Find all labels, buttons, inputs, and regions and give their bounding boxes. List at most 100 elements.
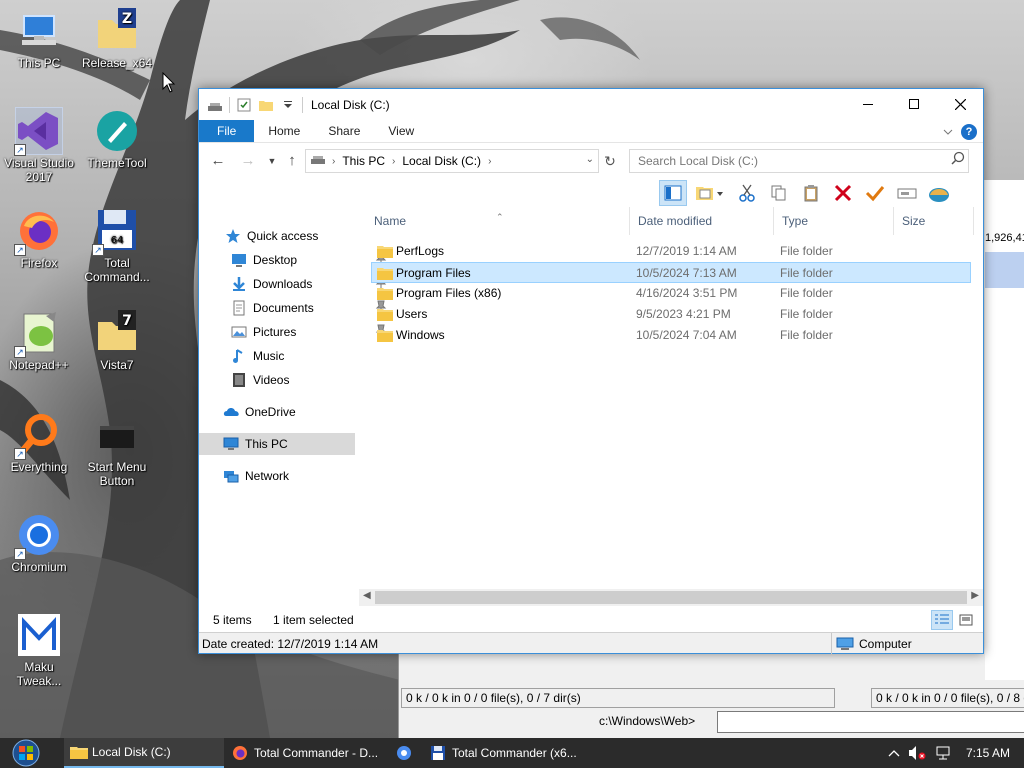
breadcrumb-chevron-icon[interactable]: › <box>330 156 337 167</box>
desktop-icon-chromium[interactable]: ↗ Chromium <box>2 512 76 574</box>
minimize-button[interactable] <box>845 89 891 119</box>
column-header-date[interactable]: Date modified <box>630 207 774 235</box>
nav-this-pc[interactable]: This PC <box>199 433 355 455</box>
desktop-icon-themetool[interactable]: ThemeTool <box>80 108 154 170</box>
folder-icon <box>377 246 393 258</box>
file-row-program-files[interactable]: Program Files 10/5/2024 7:13 AM File fol… <box>371 262 971 283</box>
desktop-icon-visual-studio[interactable]: ↗ Visual Studio 2017 <box>2 107 76 184</box>
search-icon[interactable] <box>951 151 965 165</box>
forward-button[interactable]: → <box>239 152 257 170</box>
column-header-name[interactable]: Name ⌃ <box>366 207 630 235</box>
desktop-icon-total-commander[interactable]: 64 ↗ Total Command... <box>80 208 154 284</box>
notepad-plus-plus-icon: ↗ <box>14 310 62 358</box>
horizontal-scrollbar[interactable]: ◀ ▶ <box>359 589 983 606</box>
delete-button[interactable] <box>829 180 857 206</box>
tc-command-line-input[interactable] <box>717 711 1024 733</box>
large-icons-view-button[interactable] <box>955 610 977 630</box>
address-dropdown-icon[interactable]: ⌄ <box>586 154 594 165</box>
desktop-icon-label: Start Menu Button <box>87 460 147 488</box>
file-row-program-files-x86[interactable]: Program Files (x86) 4/16/2024 3:51 PM Fi… <box>372 283 972 304</box>
tab-home[interactable]: Home <box>254 120 314 142</box>
check-button[interactable] <box>861 180 889 206</box>
close-button[interactable] <box>937 89 983 119</box>
taskbar-item-total-commander[interactable]: Total Commander (x6... <box>424 738 584 768</box>
tc-command-path: c:\Windows\Web> <box>599 714 696 728</box>
shell-button[interactable] <box>925 180 953 206</box>
column-header-size[interactable]: Size <box>894 207 974 235</box>
desktop-icon-everything[interactable]: ↗ Everything <box>2 412 76 474</box>
everything-search-icon: ↗ <box>14 412 62 460</box>
expand-ribbon-icon[interactable] <box>943 127 953 137</box>
nav-label: Music <box>253 349 285 363</box>
desktop-icon-notepad-plus-plus[interactable]: ↗ Notepad++ <box>2 310 76 372</box>
new-folder-icon[interactable] <box>258 97 274 113</box>
recent-locations-button[interactable]: ▼ <box>263 152 281 170</box>
desktop-icon-this-pc[interactable]: This PC <box>2 8 76 70</box>
back-button[interactable]: ← <box>209 152 227 170</box>
firefox-icon <box>232 745 248 761</box>
nav-quick-access[interactable]: Quick access <box>225 225 385 247</box>
breadcrumb-chevron-icon[interactable]: › <box>486 156 493 167</box>
refresh-button[interactable]: ↻ <box>601 152 619 170</box>
cut-button[interactable] <box>733 180 761 206</box>
desktop-icon-firefox[interactable]: ↗ Firefox <box>2 208 76 270</box>
nav-label: This PC <box>245 437 288 451</box>
file-row-users[interactable]: Users 9/5/2023 4:21 PM File folder <box>372 304 972 325</box>
desktop-icon-maku-tweak[interactable]: Maku Tweak... <box>2 612 76 688</box>
show-hidden-icons-icon[interactable] <box>888 748 900 758</box>
tc-selection-bar <box>985 252 1024 288</box>
volume-muted-icon[interactable] <box>908 745 926 761</box>
search-input[interactable]: Search Local Disk (C:) <box>629 149 969 173</box>
file-row-windows[interactable]: Windows 10/5/2024 7:04 AM File folder <box>372 325 972 346</box>
customize-toolbar-icon[interactable] <box>280 97 296 113</box>
breadcrumb-chevron-icon[interactable]: › <box>390 156 397 167</box>
navigation-pane[interactable]: Quick access Desktop Downloads Documents… <box>199 209 387 589</box>
scrollbar-thumb[interactable] <box>375 591 967 604</box>
nav-network[interactable]: Network <box>223 465 383 487</box>
network-tray-icon[interactable] <box>934 745 952 761</box>
computer-zone-icon <box>836 637 854 650</box>
navigation-pane-button[interactable] <box>659 180 687 206</box>
tab-share[interactable]: Share <box>314 120 374 142</box>
desktop-icon-vista7[interactable]: 7 Vista7 <box>80 310 154 372</box>
title-bar[interactable]: Local Disk (C:) <box>199 89 983 120</box>
taskbar-item-chromium[interactable] <box>390 738 420 768</box>
chromium-icon: ↗ <box>14 512 62 560</box>
security-zone: Computer <box>831 633 983 654</box>
taskbar-item-firefox[interactable]: Total Commander - D... <box>226 738 386 768</box>
start-button[interactable] <box>8 739 44 767</box>
file-list[interactable]: Name ⌃ Date modified Type Size PerfLogs … <box>366 207 983 593</box>
desktop-icon <box>231 252 247 268</box>
taskbar-clock[interactable]: 7:15 AM <box>966 746 1010 760</box>
taskbar-item-explorer[interactable]: Local Disk (C:) <box>64 738 224 768</box>
nav-onedrive[interactable]: OneDrive <box>223 401 383 423</box>
file-row-perflogs[interactable]: PerfLogs 12/7/2019 1:14 AM File folder <box>372 241 972 262</box>
scroll-right-icon[interactable]: ▶ <box>971 590 979 601</box>
maximize-button[interactable] <box>891 89 937 119</box>
preview-pane-button[interactable] <box>691 180 729 206</box>
preview-pane-icon <box>696 187 723 200</box>
paste-button[interactable] <box>797 180 825 206</box>
rename-button[interactable] <box>893 180 921 206</box>
file-type: File folder <box>780 307 833 321</box>
file-name: PerfLogs <box>396 244 445 258</box>
tab-view[interactable]: View <box>374 120 428 142</box>
details-view-button[interactable] <box>931 610 953 630</box>
desktop-icon-start-menu-button[interactable]: Start Menu Button <box>80 412 154 488</box>
breadcrumb-this-pc[interactable]: This PC <box>337 154 390 168</box>
drive-icon[interactable] <box>207 97 223 113</box>
desktop-icon-label: Total Command... <box>84 256 150 284</box>
help-icon[interactable]: ? <box>961 124 977 140</box>
file-name: Users <box>396 307 428 321</box>
desktop-icon-label: Firefox <box>20 256 58 270</box>
explorer-window[interactable]: Local Disk (C:) File Home Share View ? ←… <box>198 88 984 654</box>
scroll-left-icon[interactable]: ◀ <box>363 590 371 601</box>
column-header-type[interactable]: Type <box>774 207 894 235</box>
properties-icon[interactable] <box>236 97 252 113</box>
copy-button[interactable] <box>765 180 793 206</box>
tab-file[interactable]: File <box>199 120 255 142</box>
address-bar[interactable]: › This PC › Local Disk (C:) › ⌄ <box>305 149 599 173</box>
up-button[interactable]: ↑ <box>283 152 301 170</box>
breadcrumb-local-disk[interactable]: Local Disk (C:) <box>397 154 486 168</box>
desktop-icon-release-x64[interactable]: Z Release_x64 <box>80 8 154 70</box>
